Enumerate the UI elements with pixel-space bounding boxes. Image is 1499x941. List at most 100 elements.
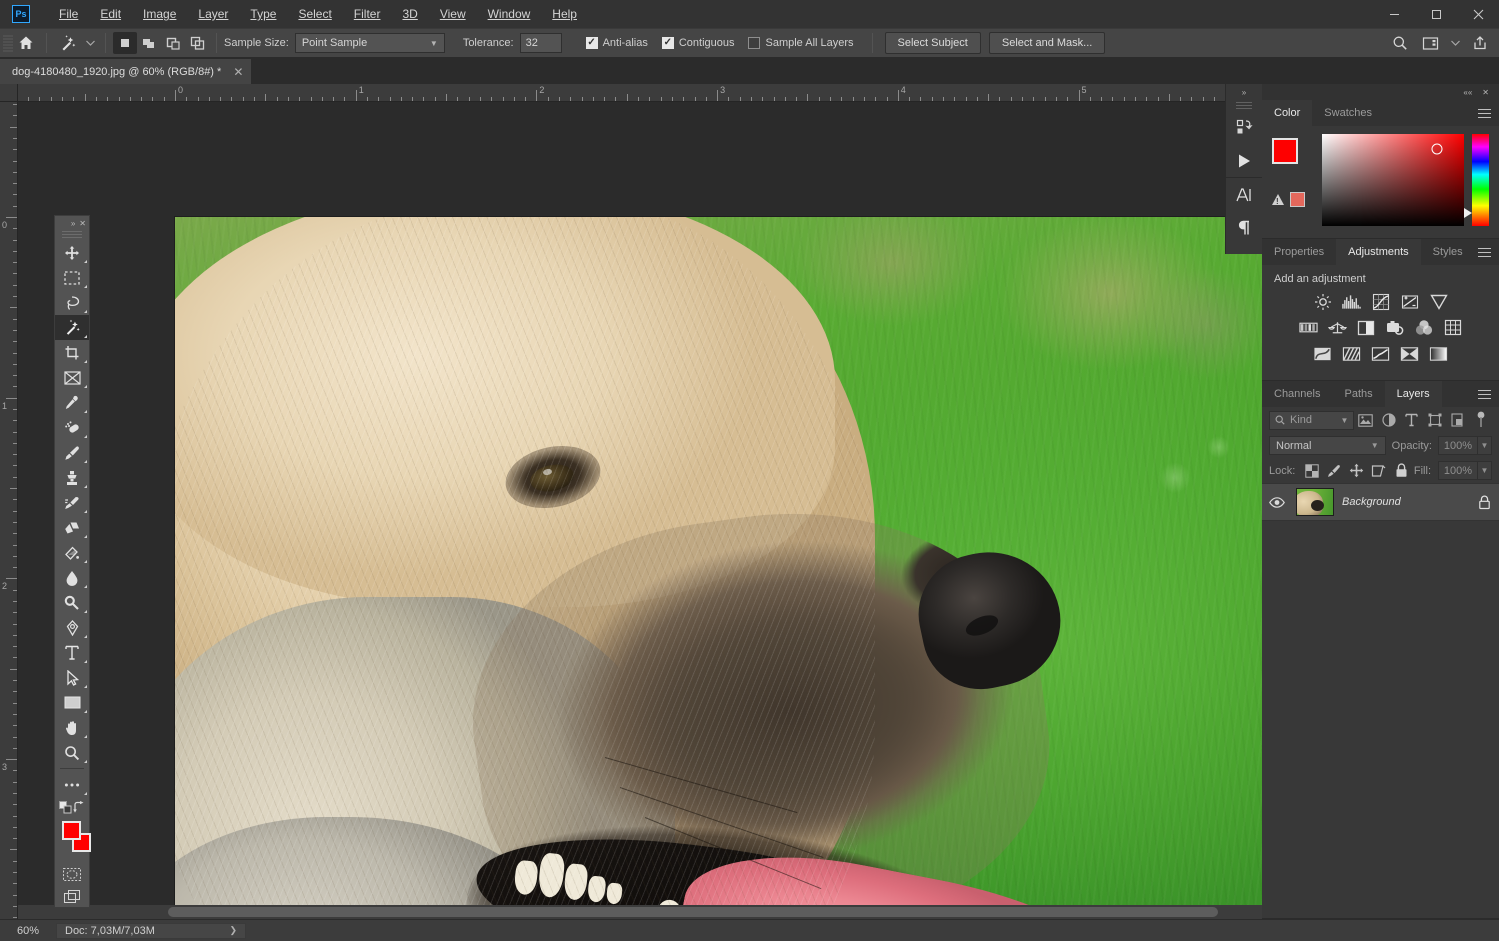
layer-filter-kind-select[interactable]: Kind ▼ bbox=[1269, 410, 1355, 430]
channel-mixer-icon[interactable] bbox=[1415, 318, 1434, 337]
lock-image-icon[interactable] bbox=[1325, 461, 1344, 481]
menu-layer[interactable]: Layer bbox=[187, 3, 239, 25]
tab-swatches[interactable]: Swatches bbox=[1312, 100, 1384, 126]
history-brush-tool[interactable] bbox=[55, 490, 89, 515]
layer-name[interactable]: Background bbox=[1342, 496, 1401, 508]
home-icon[interactable] bbox=[13, 31, 39, 55]
ruler-corner[interactable] bbox=[0, 84, 18, 102]
lock-transparency-icon[interactable] bbox=[1302, 461, 1321, 481]
select-subject-button[interactable]: Select Subject bbox=[884, 32, 981, 54]
intersect-with-selection-button[interactable] bbox=[185, 32, 209, 54]
paragraph-icon[interactable] bbox=[1226, 211, 1262, 244]
gradient-map-icon[interactable] bbox=[1429, 344, 1448, 363]
move-tool[interactable] bbox=[55, 240, 89, 265]
menu-select[interactable]: Select bbox=[287, 3, 342, 25]
photo-filter-icon[interactable] bbox=[1386, 318, 1405, 337]
tab-color[interactable]: Color bbox=[1262, 100, 1313, 126]
close-button[interactable] bbox=[1457, 0, 1499, 28]
filter-toggle-icon[interactable] bbox=[1469, 409, 1492, 431]
color-panel-foreground-swatch[interactable] bbox=[1272, 138, 1298, 164]
magic-wand-icon[interactable] bbox=[54, 31, 82, 55]
close-icon[interactable]: ✕ bbox=[233, 65, 243, 79]
layers-list-empty-area[interactable] bbox=[1262, 521, 1499, 918]
hue-slider[interactable] bbox=[1464, 134, 1489, 226]
gamut-color-chip[interactable] bbox=[1290, 192, 1305, 207]
options-bar-grip[interactable] bbox=[3, 34, 13, 52]
vibrance-icon[interactable] bbox=[1429, 292, 1448, 311]
swap-colors-icon[interactable] bbox=[73, 801, 85, 813]
search-icon[interactable] bbox=[1387, 31, 1413, 55]
threshold-icon[interactable] bbox=[1371, 344, 1390, 363]
anti-alias-checkbox[interactable]: Anti-alias bbox=[585, 37, 648, 49]
history-icon[interactable] bbox=[1226, 111, 1262, 144]
character-icon[interactable] bbox=[1226, 178, 1262, 211]
add-to-selection-button[interactable] bbox=[137, 32, 161, 54]
filter-smart-object-icon[interactable] bbox=[1446, 409, 1469, 431]
horizontal-type-tool[interactable] bbox=[55, 640, 89, 665]
maximize-button[interactable] bbox=[1415, 0, 1457, 28]
blur-tool[interactable] bbox=[55, 565, 89, 590]
path-selection-tool[interactable] bbox=[55, 665, 89, 690]
default-colors-icon[interactable] bbox=[59, 800, 72, 814]
opacity-chevron-down-icon[interactable]: ▼ bbox=[1478, 436, 1492, 455]
hue-saturation-icon[interactable] bbox=[1298, 318, 1318, 337]
fill-chevron-down-icon[interactable]: ▼ bbox=[1478, 461, 1492, 480]
spot-healing-brush-tool[interactable] bbox=[55, 415, 89, 440]
menu-type[interactable]: Type bbox=[239, 3, 287, 25]
opacity-value[interactable]: 100% bbox=[1438, 436, 1478, 455]
crop-tool[interactable] bbox=[55, 340, 89, 365]
quick-mask-icon[interactable] bbox=[55, 863, 89, 885]
gradient-tool[interactable] bbox=[55, 540, 89, 565]
menu-file[interactable]: File bbox=[48, 3, 89, 25]
select-and-mask-button[interactable]: Select and Mask... bbox=[988, 32, 1106, 54]
levels-icon[interactable] bbox=[1342, 292, 1361, 311]
rectangle-tool[interactable] bbox=[55, 690, 89, 715]
filter-pixel-icon[interactable] bbox=[1354, 409, 1377, 431]
table-row[interactable]: Background bbox=[1262, 483, 1499, 521]
edit-toolbar-tool[interactable] bbox=[55, 772, 89, 797]
eyedropper-tool[interactable] bbox=[55, 390, 89, 415]
zoom-tool[interactable] bbox=[55, 740, 89, 765]
dodge-tool[interactable] bbox=[55, 590, 89, 615]
lock-all-icon[interactable] bbox=[1392, 461, 1411, 481]
tab-paths[interactable]: Paths bbox=[1332, 381, 1385, 407]
document-info[interactable]: Doc: 7,03M/7,03M ❯ bbox=[56, 922, 246, 939]
sample-size-select[interactable]: Point Sample ▼ bbox=[294, 33, 445, 53]
eye-icon[interactable] bbox=[1266, 496, 1288, 508]
lasso-tool[interactable] bbox=[55, 290, 89, 315]
color-lookup-icon[interactable] bbox=[1444, 318, 1463, 337]
menu-edit[interactable]: Edit bbox=[89, 3, 132, 25]
rail-collapse-icon[interactable]: » bbox=[1226, 84, 1262, 100]
workspace-icon[interactable] bbox=[1417, 31, 1443, 55]
hue-slider-marker[interactable] bbox=[1464, 208, 1472, 218]
menu-image[interactable]: Image bbox=[132, 3, 187, 25]
workspace-chevron-down-icon[interactable] bbox=[1447, 31, 1463, 55]
brush-tool[interactable] bbox=[55, 440, 89, 465]
invert-icon[interactable] bbox=[1313, 344, 1332, 363]
color-swatches[interactable] bbox=[55, 819, 91, 859]
menu-help[interactable]: Help bbox=[541, 3, 588, 25]
sample-all-layers-checkbox[interactable]: Sample All Layers bbox=[748, 37, 854, 49]
foreground-color-swatch[interactable] bbox=[62, 821, 81, 840]
tab-channels[interactable]: Channels bbox=[1262, 381, 1333, 407]
new-selection-button[interactable] bbox=[113, 32, 137, 54]
rectangular-marquee-tool[interactable] bbox=[55, 265, 89, 290]
tab-adjustments[interactable]: Adjustments bbox=[1336, 239, 1421, 265]
toolbox-grip[interactable] bbox=[62, 231, 82, 238]
menu-3d[interactable]: 3D bbox=[391, 3, 428, 25]
share-icon[interactable] bbox=[1467, 31, 1493, 55]
menu-view[interactable]: View bbox=[429, 3, 477, 25]
subtract-from-selection-button[interactable] bbox=[161, 32, 185, 54]
tolerance-input[interactable]: 32 bbox=[519, 33, 562, 53]
doc-info-expand-icon[interactable]: ❯ bbox=[229, 925, 237, 936]
layer-thumbnail[interactable] bbox=[1296, 488, 1334, 516]
document-tab[interactable]: dog-4180480_1920.jpg @ 60% (RGB/8#) * ✕ bbox=[0, 59, 253, 84]
menu-filter[interactable]: Filter bbox=[343, 3, 392, 25]
document-canvas[interactable] bbox=[175, 217, 1262, 919]
color-field[interactable] bbox=[1322, 134, 1464, 226]
collapse-panels-icon[interactable]: «« bbox=[1463, 88, 1472, 97]
actions-play-icon[interactable] bbox=[1226, 144, 1262, 177]
eraser-tool[interactable] bbox=[55, 515, 89, 540]
lock-artboard-icon[interactable] bbox=[1369, 461, 1388, 481]
panel-menu-icon[interactable] bbox=[1478, 100, 1491, 126]
